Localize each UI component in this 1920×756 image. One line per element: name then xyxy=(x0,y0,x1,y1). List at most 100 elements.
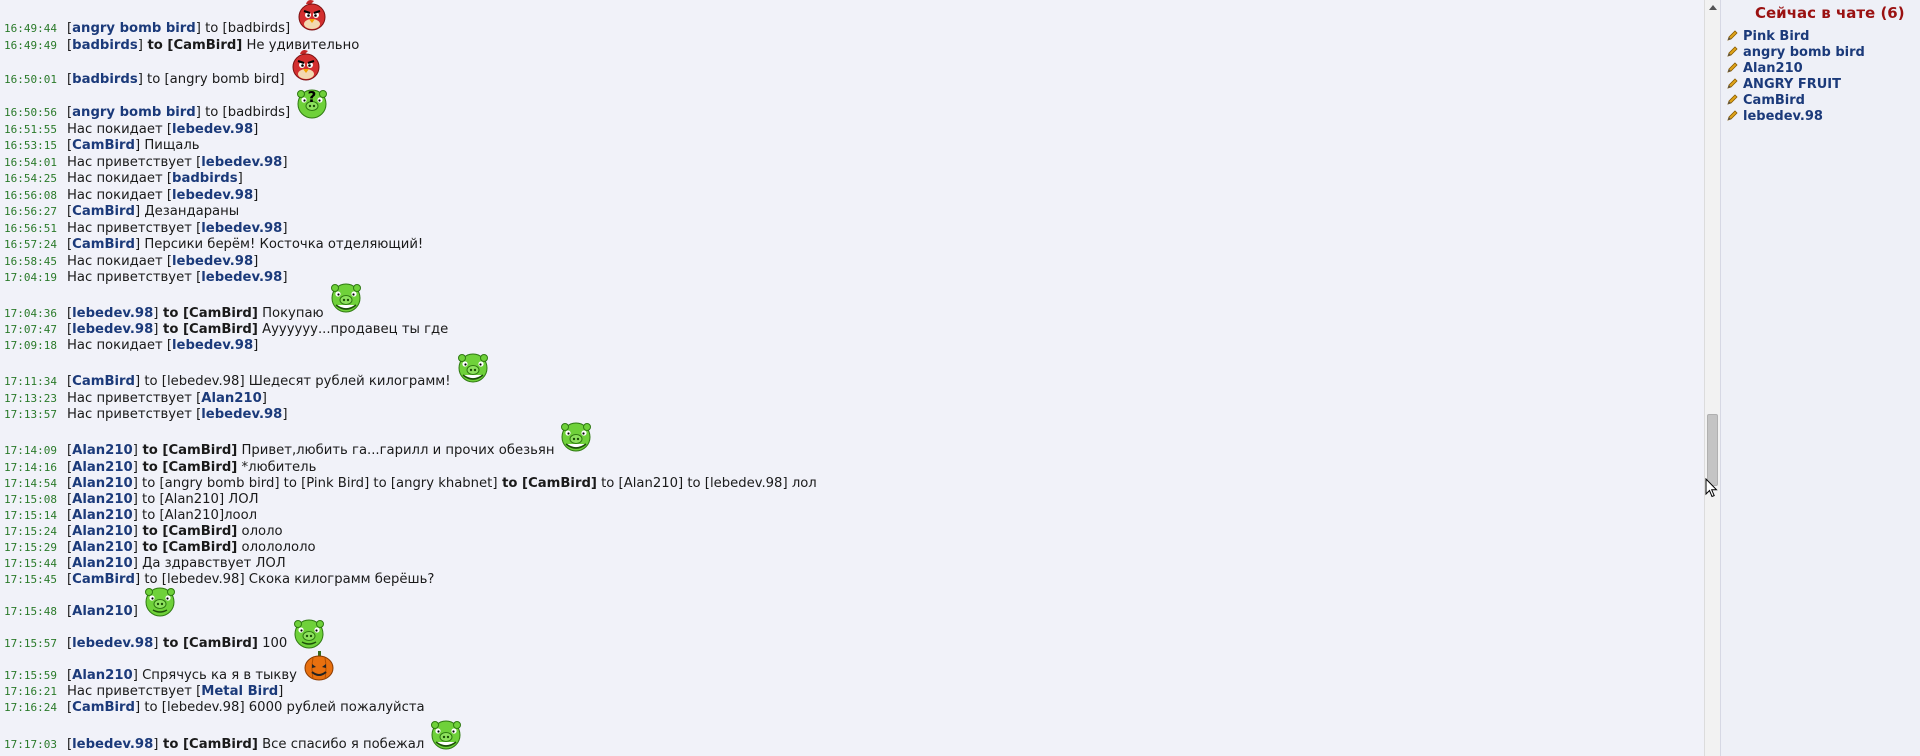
scrollbar-thumb[interactable] xyxy=(1707,414,1718,486)
recipient-nickname[interactable]: CamBird xyxy=(168,524,231,539)
sender-nickname-link[interactable]: lebedev.98 xyxy=(72,737,153,752)
recipient-link[interactable]: to [CamBird] xyxy=(138,540,237,555)
recipient-nickname[interactable]: badbirds xyxy=(228,105,285,120)
nickname-link[interactable]: lebedev.98 xyxy=(172,338,253,353)
online-user-name[interactable]: CamBird xyxy=(1743,93,1805,108)
nickname-link[interactable]: lebedev.98 xyxy=(172,122,253,137)
recipient-nickname[interactable]: CamBird xyxy=(168,540,231,555)
online-user-name[interactable]: Pink Bird xyxy=(1743,29,1810,44)
chat-scrollbar[interactable] xyxy=(1704,0,1720,756)
nickname-link[interactable]: Alan210 xyxy=(201,391,262,406)
sender-nickname-link[interactable]: Alan210 xyxy=(72,540,133,555)
recipient-nickname[interactable]: Alan210 xyxy=(165,492,219,507)
nickname-link[interactable]: badbirds xyxy=(172,171,238,186)
recipient-link[interactable]: to [CamBird] xyxy=(143,38,242,53)
sender-nickname-link[interactable]: lebedev.98 xyxy=(72,322,153,337)
recipient-nickname[interactable]: Pink Bird xyxy=(306,476,364,491)
sender-nickname-link[interactable]: Alan210 xyxy=(72,508,133,523)
recipient-link[interactable]: to [Alan210] xyxy=(138,508,224,523)
sender-nickname-link[interactable]: Alan210 xyxy=(72,476,133,491)
recipient-nickname[interactable]: badbirds xyxy=(228,21,285,36)
nickname-link[interactable]: lebedev.98 xyxy=(201,407,282,422)
recipient-nickname[interactable]: CamBird xyxy=(528,476,591,491)
recipient-link[interactable]: to [CamBird] xyxy=(158,636,258,651)
recipient-nickname[interactable]: angry bomb bird xyxy=(165,476,275,491)
recipient-nickname[interactable]: CamBird xyxy=(189,636,252,651)
recipient-link[interactable]: to [badbirds] xyxy=(201,105,290,120)
recipient-link[interactable]: to [CamBird] xyxy=(138,443,237,458)
recipient-nickname[interactable]: Alan210 xyxy=(624,476,678,491)
recipient-link[interactable]: to [CamBird] xyxy=(497,476,597,491)
recipient-link[interactable]: to [angry bomb bird] xyxy=(138,476,279,491)
online-user-name[interactable]: Alan210 xyxy=(1743,61,1803,76)
recipient-nickname[interactable]: CamBird xyxy=(189,322,252,337)
nickname-link[interactable]: lebedev.98 xyxy=(172,188,253,203)
chat-message: 16:50:01 [badbirds] to [angry bomb bird] xyxy=(4,72,285,87)
recipient-link[interactable]: to [CamBird] xyxy=(158,322,258,337)
recipient-link[interactable]: to [Pink Bird] xyxy=(279,476,370,491)
sender-nickname-link[interactable]: CamBird xyxy=(72,237,135,252)
recipient-nickname[interactable]: CamBird xyxy=(168,460,231,475)
recipient-link[interactable]: to [lebedev.98] xyxy=(140,700,244,715)
sender-nickname-link[interactable]: badbirds xyxy=(72,38,138,53)
online-user-item[interactable]: ANGRY FRUIT xyxy=(1727,77,1841,93)
recipient-nickname[interactable]: CamBird xyxy=(168,443,231,458)
sender-nickname-link[interactable]: CamBird xyxy=(72,572,135,587)
recipient-link[interactable]: to [CamBird] xyxy=(158,737,258,752)
sender-nickname-link[interactable]: CamBird xyxy=(72,204,135,219)
online-user-item[interactable]: CamBird xyxy=(1727,93,1805,109)
nickname-link[interactable]: lebedev.98 xyxy=(201,221,282,236)
sender-nickname-link[interactable]: lebedev.98 xyxy=(72,636,153,651)
online-user-item[interactable]: angry bomb bird xyxy=(1727,45,1865,61)
nickname-link[interactable]: lebedev.98 xyxy=(201,155,282,170)
nickname-link[interactable]: Metal Bird xyxy=(201,684,278,699)
recipient-nickname[interactable]: CamBird xyxy=(189,306,252,321)
sender-nickname-link[interactable]: Alan210 xyxy=(72,604,133,619)
sender-nickname-link[interactable]: Alan210 xyxy=(72,524,133,539)
recipient-nickname[interactable]: lebedev.98 xyxy=(710,476,783,491)
recipient-link[interactable]: to [angry khabnet] xyxy=(369,476,497,491)
sender-nickname-link[interactable]: Alan210 xyxy=(72,443,133,458)
sender-nickname-link[interactable]: angry bomb bird xyxy=(72,21,196,36)
sender-nickname-link[interactable]: Alan210 xyxy=(72,556,133,571)
message-text: Привет,любить га...гарилл и прочих обезь… xyxy=(241,443,555,458)
sender-nickname-link[interactable]: CamBird xyxy=(72,374,135,389)
recipient-link[interactable]: to [lebedev.98] xyxy=(140,374,244,389)
sender-nickname-link[interactable]: Alan210 xyxy=(72,492,133,507)
online-user-name[interactable]: angry bomb bird xyxy=(1743,45,1865,60)
recipient-link[interactable]: to [CamBird] xyxy=(138,460,237,475)
message-timestamp: 16:54:01 xyxy=(4,156,57,169)
nickname-link[interactable]: lebedev.98 xyxy=(172,254,253,269)
message-text: ололо xyxy=(241,524,283,539)
recipient-nickname[interactable]: angry khabnet xyxy=(396,476,492,491)
sender-nickname-link[interactable]: Alan210 xyxy=(72,668,133,683)
recipient-nickname[interactable]: lebedev.98 xyxy=(167,374,240,389)
sender-nickname-link[interactable]: lebedev.98 xyxy=(72,306,153,321)
sender-nickname-link[interactable]: CamBird xyxy=(72,138,135,153)
recipient-link[interactable]: to [angry bomb bird] xyxy=(143,72,284,87)
recipient-link[interactable]: to [CamBird] xyxy=(158,306,258,321)
sender-nickname-link[interactable]: CamBird xyxy=(72,700,135,715)
system-message-text: Нас покидает xyxy=(67,122,163,137)
online-user-name[interactable]: ANGRY FRUIT xyxy=(1743,77,1841,92)
recipient-nickname[interactable]: CamBird xyxy=(189,737,252,752)
recipient-nickname[interactable]: Alan210 xyxy=(165,508,219,523)
sender-nickname-link[interactable]: angry bomb bird xyxy=(72,105,196,120)
message-timestamp: 17:15:59 xyxy=(4,669,57,682)
recipient-nickname[interactable]: CamBird xyxy=(173,38,236,53)
recipient-link[interactable]: to [Alan210] xyxy=(597,476,683,491)
recipient-link[interactable]: to [CamBird] xyxy=(138,524,237,539)
sender-nickname-link[interactable]: badbirds xyxy=(72,72,138,87)
recipient-link[interactable]: to [Alan210] xyxy=(138,492,224,507)
recipient-nickname[interactable]: angry bomb bird xyxy=(170,72,280,87)
online-user-item[interactable]: Pink Bird xyxy=(1727,29,1810,45)
recipient-link[interactable]: to [badbirds] xyxy=(201,21,290,36)
recipient-nickname[interactable]: lebedev.98 xyxy=(167,700,240,715)
scroll-up-arrow-icon[interactable] xyxy=(1705,0,1720,15)
online-user-name[interactable]: lebedev.98 xyxy=(1743,109,1823,124)
nickname-link[interactable]: lebedev.98 xyxy=(201,270,282,285)
online-user-item[interactable]: lebedev.98 xyxy=(1727,109,1823,125)
sender-nickname-link[interactable]: Alan210 xyxy=(72,460,133,475)
recipient-link[interactable]: to [lebedev.98] xyxy=(683,476,787,491)
online-user-item[interactable]: Alan210 xyxy=(1727,61,1803,77)
